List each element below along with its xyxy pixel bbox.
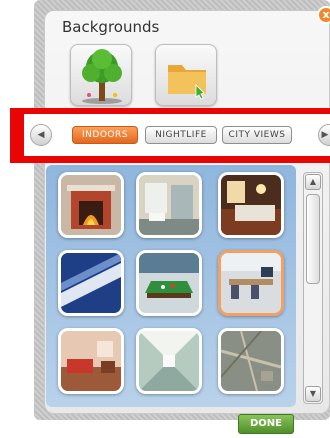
fireplace-image bbox=[61, 175, 121, 235]
folder-source-button[interactable] bbox=[155, 44, 217, 106]
scroll-down-button[interactable]: ▼ bbox=[305, 386, 321, 402]
category-chip-city-views[interactable]: CITY VIEWS bbox=[222, 126, 292, 144]
folder-icon bbox=[168, 65, 206, 100]
thumbnail-bathroom[interactable] bbox=[136, 172, 202, 238]
thumbnail-office[interactable] bbox=[218, 250, 284, 316]
scroll-up-button[interactable]: ▲ bbox=[305, 174, 321, 190]
hospital-corridor-image bbox=[139, 331, 199, 391]
map-image bbox=[221, 331, 281, 391]
bathroom-image bbox=[139, 175, 199, 235]
thumbnail-hospital-corridor[interactable] bbox=[136, 328, 202, 394]
tree-source-button[interactable] bbox=[70, 44, 132, 106]
office-image bbox=[221, 253, 281, 313]
category-prev-button[interactable]: ◀ bbox=[30, 124, 52, 146]
thumbnail-living-room[interactable] bbox=[58, 328, 124, 394]
scrollbar-thumb[interactable] bbox=[306, 194, 320, 284]
thumbnail-bed-sheets[interactable] bbox=[58, 250, 124, 316]
category-chip-nightlife[interactable]: NIGHTLIFE bbox=[145, 126, 217, 144]
hotel-bedroom-image bbox=[221, 175, 281, 235]
thumbnail-hotel-bedroom[interactable] bbox=[218, 172, 284, 238]
thumbnail-map[interactable] bbox=[218, 328, 284, 394]
thumbnail-fireplace[interactable] bbox=[58, 172, 124, 238]
dialog-title: Backgrounds bbox=[62, 18, 160, 36]
bed-sheets-image bbox=[61, 253, 121, 313]
living-room-image bbox=[61, 331, 121, 391]
tree-icon bbox=[82, 49, 122, 104]
thumbnail-pool-table[interactable] bbox=[136, 250, 202, 316]
category-chip-indoors[interactable]: INDOORS bbox=[72, 126, 138, 144]
pool-table-image bbox=[139, 253, 199, 313]
close-button[interactable]: x bbox=[317, 6, 330, 24]
done-button[interactable]: DONE bbox=[238, 414, 294, 434]
